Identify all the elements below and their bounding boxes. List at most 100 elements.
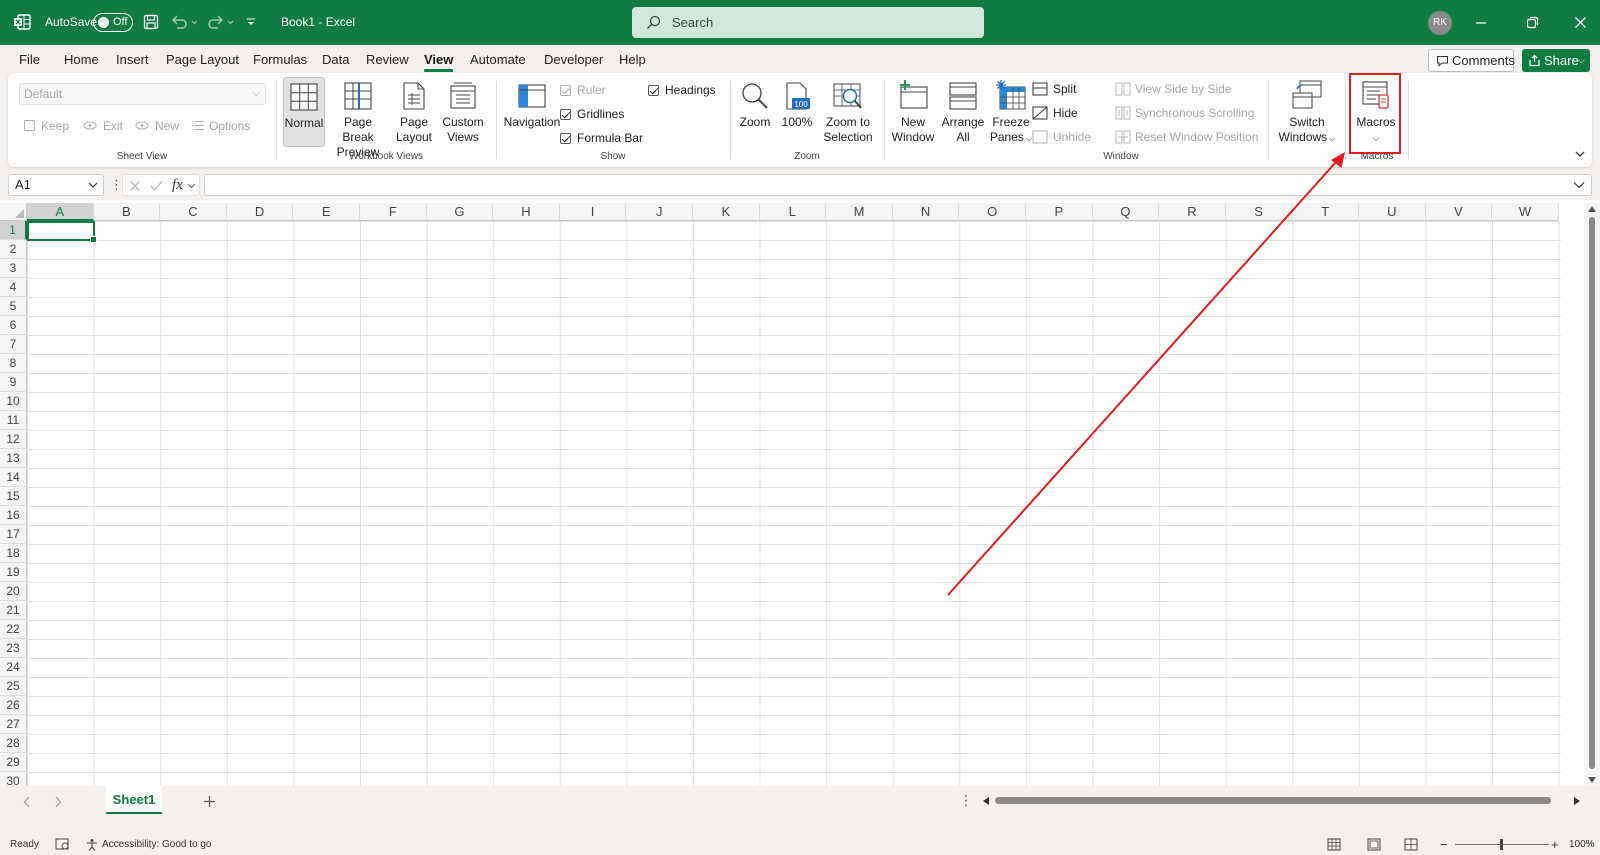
- column-header-o[interactable]: O: [959, 203, 1026, 221]
- row-header-5[interactable]: 5: [0, 297, 27, 316]
- new-view-button[interactable]: New: [135, 118, 179, 134]
- user-avatar[interactable]: RK: [1428, 11, 1452, 35]
- column-header-v[interactable]: V: [1425, 203, 1493, 221]
- zoom-100-button[interactable]: 100 100%: [778, 81, 816, 130]
- row-header-10[interactable]: 10: [0, 392, 27, 411]
- column-header-i[interactable]: I: [559, 203, 627, 221]
- formula-input[interactable]: [204, 174, 1592, 196]
- horizontal-scrollbar[interactable]: [980, 793, 1590, 809]
- column-header-d[interactable]: D: [226, 203, 294, 221]
- row-header-17[interactable]: 17: [0, 525, 27, 544]
- gridlines-checkbox[interactable]: Gridlines: [560, 106, 624, 122]
- row-header-18[interactable]: 18: [0, 544, 27, 563]
- horizontal-scroll-thumb[interactable]: [995, 797, 1551, 804]
- new-window-button[interactable]: New Window: [888, 79, 938, 145]
- column-header-g[interactable]: G: [426, 203, 494, 221]
- column-header-t[interactable]: T: [1292, 203, 1359, 221]
- minimize-icon[interactable]: [1475, 17, 1487, 29]
- column-header-r[interactable]: R: [1159, 203, 1226, 221]
- active-cell-a1[interactable]: [27, 221, 97, 243]
- page-layout-button[interactable]: Page Layout: [392, 81, 436, 145]
- row-header-19[interactable]: 19: [0, 563, 27, 582]
- vertical-scroll-thumb[interactable]: [1589, 217, 1595, 769]
- row-header-21[interactable]: 21: [0, 601, 27, 620]
- save-icon[interactable]: [143, 14, 159, 30]
- synchronous-scrolling-button[interactable]: Synchronous Scrolling: [1115, 105, 1254, 121]
- zoom-to-selection-button[interactable]: Zoom to Selection: [820, 81, 876, 145]
- cell-grid[interactable]: [27, 221, 1561, 786]
- row-header-4[interactable]: 4: [0, 278, 27, 297]
- column-header-s[interactable]: S: [1225, 203, 1293, 221]
- column-header-f[interactable]: F: [360, 203, 427, 221]
- sheet-view-dropdown[interactable]: Default ⌵: [19, 83, 266, 105]
- row-header-26[interactable]: 26: [0, 696, 27, 715]
- collapse-ribbon-icon[interactable]: [1574, 149, 1586, 159]
- comments-button[interactable]: Comments: [1428, 49, 1515, 72]
- tab-data[interactable]: Data: [322, 45, 349, 73]
- row-header-25[interactable]: 25: [0, 677, 27, 696]
- hide-button[interactable]: Hide: [1032, 105, 1078, 121]
- select-all-corner[interactable]: [0, 203, 27, 221]
- normal-view-button[interactable]: Normal: [283, 77, 325, 147]
- macro-record-icon[interactable]: [55, 838, 70, 851]
- page-break-status-icon[interactable]: [1404, 838, 1418, 851]
- options-button[interactable]: Options: [191, 118, 250, 134]
- row-header-20[interactable]: 20: [0, 582, 27, 601]
- row-header-12[interactable]: 12: [0, 430, 27, 449]
- row-header-6[interactable]: 6: [0, 316, 27, 335]
- tab-page-layout[interactable]: Page Layout: [166, 45, 239, 73]
- headings-checkbox[interactable]: Headings: [648, 82, 716, 98]
- custom-views-button[interactable]: Custom Views: [440, 81, 486, 145]
- column-header-a[interactable]: A: [27, 203, 94, 221]
- navigation-button[interactable]: Navigation: [501, 81, 563, 130]
- row-header-22[interactable]: 22: [0, 620, 27, 639]
- next-sheet-icon[interactable]: [54, 796, 62, 808]
- tab-formulas[interactable]: Formulas: [253, 45, 307, 73]
- tab-automate[interactable]: Automate: [470, 45, 526, 73]
- accessibility-status[interactable]: Accessibility: Good to go: [102, 834, 212, 855]
- exit-button[interactable]: Exit: [83, 118, 123, 134]
- row-header-7[interactable]: 7: [0, 335, 27, 354]
- sheet-split-handle-icon[interactable]: ⋮: [959, 792, 973, 808]
- row-header-23[interactable]: 23: [0, 639, 27, 658]
- unhide-button[interactable]: Unhide: [1032, 129, 1091, 145]
- arrange-all-button[interactable]: Arrange All: [938, 81, 988, 145]
- row-header-11[interactable]: 11: [0, 411, 27, 430]
- column-header-w[interactable]: W: [1492, 203, 1559, 221]
- column-header-e[interactable]: E: [293, 203, 360, 221]
- row-header-8[interactable]: 8: [0, 354, 27, 373]
- row-header-2[interactable]: 2: [0, 240, 27, 259]
- zoom-level[interactable]: 100%: [1569, 834, 1595, 855]
- column-header-l[interactable]: L: [759, 203, 827, 221]
- column-header-m[interactable]: M: [826, 203, 893, 221]
- zoom-out-icon[interactable]: −: [1440, 834, 1448, 855]
- column-header-c[interactable]: C: [160, 203, 227, 221]
- formula-bar-checkbox[interactable]: Formula Bar: [560, 130, 643, 146]
- redo-icon[interactable]: [207, 14, 235, 30]
- row-header-27[interactable]: 27: [0, 715, 27, 734]
- zoom-button[interactable]: Zoom: [736, 81, 774, 130]
- share-button[interactable]: Share ⌵: [1522, 49, 1590, 72]
- macros-button[interactable]: Macros ⌵: [1352, 79, 1400, 146]
- sheet-tab-sheet1[interactable]: Sheet1: [106, 786, 162, 814]
- keep-button[interactable]: Keep: [23, 118, 69, 134]
- row-header-16[interactable]: 16: [0, 506, 27, 525]
- tab-developer[interactable]: Developer: [544, 45, 603, 73]
- switch-windows-button[interactable]: Switch Windows ⌵: [1274, 79, 1340, 146]
- restore-icon[interactable]: [1526, 16, 1539, 29]
- tab-home[interactable]: Home: [64, 45, 99, 73]
- column-header-k[interactable]: K: [693, 203, 760, 221]
- zoom-in-icon[interactable]: +: [1551, 834, 1559, 855]
- tab-help[interactable]: Help: [619, 45, 646, 73]
- zoom-slider[interactable]: [1455, 839, 1549, 850]
- row-header-14[interactable]: 14: [0, 468, 27, 487]
- row-header-1[interactable]: 1: [0, 221, 27, 240]
- cancel-icon[interactable]: [129, 180, 141, 192]
- scroll-up-icon[interactable]: [1588, 206, 1596, 212]
- autosave-toggle[interactable]: Off: [93, 13, 133, 32]
- freeze-panes-button[interactable]: Freeze Panes ⌵: [988, 79, 1034, 146]
- column-header-h[interactable]: H: [493, 203, 560, 221]
- scroll-down-icon[interactable]: [1588, 777, 1596, 783]
- row-header-24[interactable]: 24: [0, 658, 27, 677]
- row-header-3[interactable]: 3: [0, 259, 27, 278]
